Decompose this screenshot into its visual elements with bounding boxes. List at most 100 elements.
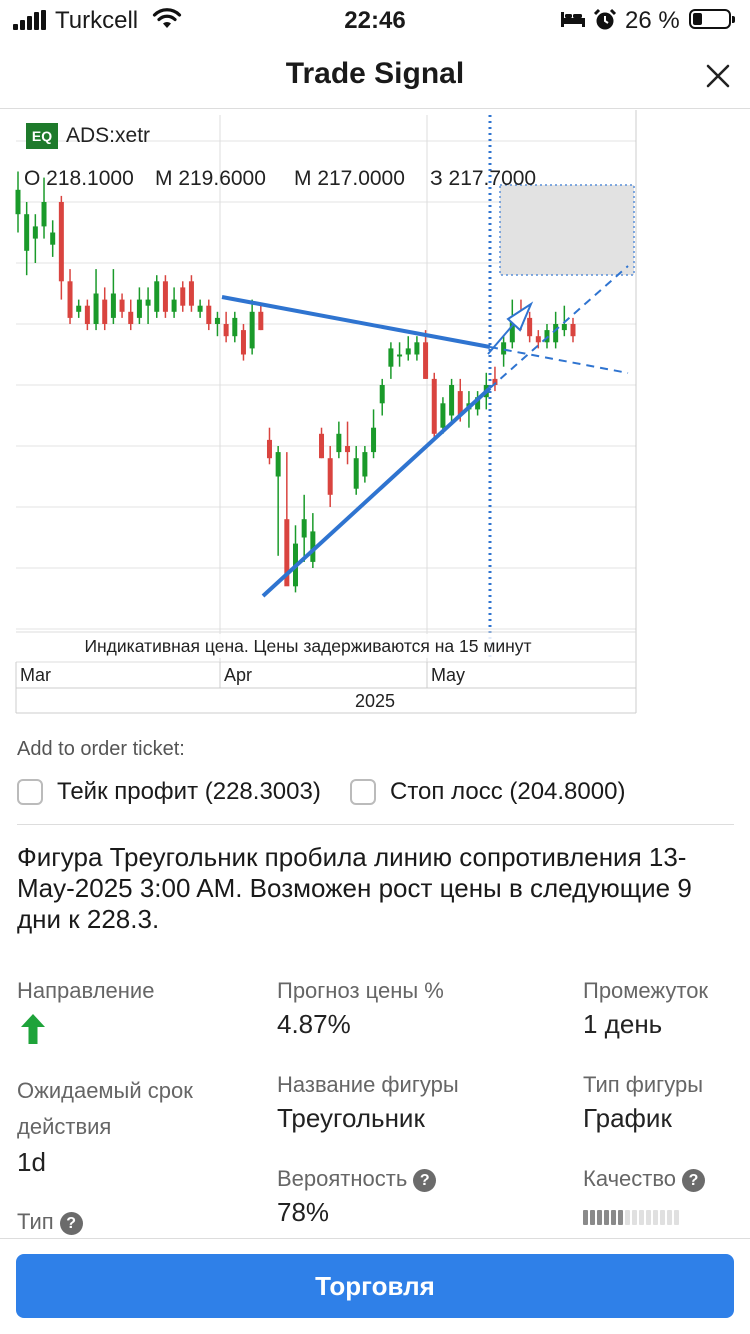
x-tick-may: May [431,665,465,685]
candle-body [102,299,108,324]
stop-loss-option[interactable]: Стоп лосс (204.8000) [350,778,625,806]
candle-body [171,299,177,312]
quality-segment [646,1210,651,1225]
candle-body [405,348,411,355]
pattern-name-label: Название фигуры [277,1072,459,1097]
candle-body [41,202,47,227]
take-profit-checkbox[interactable] [17,779,43,805]
take-profit-option[interactable]: Тейк профит (228.3003) [17,778,321,806]
header-divider [0,108,750,109]
quality-segment [590,1210,595,1225]
candle-body [570,324,576,337]
candle-body [50,232,56,245]
pattern-type-value: График [583,1103,672,1133]
candle-body [353,458,359,489]
candle-body [397,354,403,357]
battery-icon [689,9,735,29]
x-tick-apr: Apr [224,665,252,685]
candle-body [440,403,446,428]
candle-body [93,293,99,324]
trade-button[interactable]: Торговля [16,1254,734,1318]
candle-body [240,330,246,355]
candle-body [214,317,220,324]
eq-badge-text: EQ [32,128,52,144]
target-zone [499,184,635,276]
page-title: Trade Signal [285,57,465,90]
candle-body [561,324,567,331]
quality-help-icon[interactable]: ? [682,1168,706,1192]
type-label: Тип [17,1209,54,1234]
footer-divider [0,1238,750,1239]
close-icon[interactable] [700,58,736,94]
candle-body [249,311,255,349]
x-axis-year: 2025 [355,691,395,711]
candle-body [319,433,325,459]
support-line [261,386,492,598]
candle-body [58,202,64,282]
candle-body [128,311,134,324]
price-chart[interactable]: 250.0000240.0000230.0000220.0000210.0000… [0,110,640,715]
candle-body [145,299,151,306]
probability-help-icon[interactable]: ? [413,1168,437,1192]
candle-body [379,385,385,404]
quality-segment [674,1210,679,1225]
candle-body [527,317,533,337]
type-help-icon[interactable]: ? [59,1211,83,1235]
candle-body [414,342,420,355]
candle-body [232,317,238,337]
interval-value: 1 день [583,1009,663,1039]
quality-segment [667,1210,672,1225]
stop-loss-checkbox[interactable] [350,779,376,805]
sleep-icon [561,12,585,27]
type-label-row: Тип? [17,1204,83,1240]
quality-meter [583,1210,681,1225]
quality-segment [625,1210,630,1225]
x-tick-mar: Mar [20,665,51,685]
pattern-name-value: Треугольник [277,1103,425,1133]
quality-label: Качество [583,1166,677,1191]
ohlc-high: M 219.6000 [155,167,266,190]
probability-label-row: Вероятность? [277,1161,437,1197]
candle-body [84,305,90,324]
candle-body [371,427,377,453]
candle-body [76,305,82,312]
candle-body [553,324,559,343]
quality-segment [604,1210,609,1225]
candle-body [136,299,142,318]
signal-description: Фигура Треугольник пробила линию сопроти… [17,842,692,934]
quality-segment [618,1210,623,1225]
candle-body [535,336,541,343]
candle-body [223,324,229,337]
quality-segment [611,1210,616,1225]
forecast-label: Прогноз цены % [277,978,444,1003]
candle-body [345,446,351,453]
candle-body [180,287,186,306]
candle-body [423,342,429,379]
interval-label: Промежуток [583,978,709,1003]
candle-body [119,299,125,312]
candle-body [67,281,73,318]
candle-body [32,226,38,239]
quality-segment [597,1210,602,1225]
candle-body [327,458,333,495]
candle-body [188,281,194,306]
forecast-value: 4.87% [277,1009,351,1039]
candle-body [15,189,21,215]
direction-label: Направление [17,978,155,1003]
candle-body [162,281,168,312]
candle-body [388,348,394,367]
stop-loss-label: Стоп лосс (204.8000) [390,778,626,805]
candle-body [275,452,281,477]
candle-body [431,378,437,434]
battery-percentage: 26 % [625,7,680,34]
arrow-up-icon [21,1014,45,1044]
candle-body [449,385,455,416]
candle-body [336,433,342,453]
ohlc-close: З 217.7000 [430,167,536,190]
alarm-icon [593,8,617,30]
status-bar: Turkcell 22:46 26 % [0,0,750,40]
delay-disclaimer: Индикативная цена. Цены задерживаются на… [84,636,531,656]
probability-value: 78% [277,1197,330,1227]
candle-body [197,305,203,312]
candle-body [301,519,307,538]
